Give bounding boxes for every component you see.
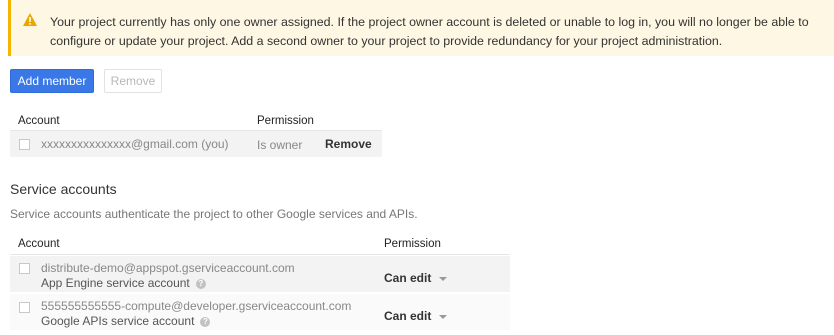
service-account-type: Google APIs service account xyxy=(41,314,195,328)
row-checkbox[interactable] xyxy=(19,302,30,313)
permission-value: Can edit xyxy=(384,309,432,323)
service-account-type: App Engine service account xyxy=(41,276,190,290)
permission-dropdown[interactable]: Can edit xyxy=(384,271,448,285)
remove-member-link[interactable]: Remove xyxy=(325,137,372,151)
warning-line-2: configure or update your project. Add a … xyxy=(50,34,723,48)
service-permission-header: Permission xyxy=(384,238,441,250)
permission-dropdown[interactable]: Can edit xyxy=(384,309,448,323)
service-account-email: 555555555555-compute@developer.gservicea… xyxy=(41,299,352,313)
members-account-header: Account xyxy=(18,115,60,127)
warning-icon xyxy=(23,13,37,26)
dropdown-caret-icon xyxy=(439,314,448,319)
row-checkbox[interactable] xyxy=(19,139,30,150)
service-accounts-description: Service accounts authenticate the projec… xyxy=(10,207,418,221)
remove-button[interactable]: Remove xyxy=(104,69,162,93)
help-icon[interactable]: ? xyxy=(195,278,206,289)
warning-text: Your project currently has only one owne… xyxy=(50,13,820,51)
service-account-header: Account xyxy=(18,238,60,250)
add-member-button[interactable]: Add member xyxy=(10,69,94,93)
row-checkbox[interactable] xyxy=(19,263,30,274)
permission-value: Can edit xyxy=(384,271,432,285)
service-header-divider xyxy=(10,254,510,255)
service-accounts-title: Service accounts xyxy=(10,181,117,197)
dropdown-caret-icon xyxy=(439,276,448,281)
member-permission: Is owner xyxy=(257,138,303,152)
service-account-subtitle: App Engine service account? xyxy=(41,276,206,290)
members-permission-header: Permission xyxy=(257,115,314,127)
service-account-email: distribute-demo@appspot.gserviceaccount.… xyxy=(41,261,295,275)
owner-warning-banner: Your project currently has only one owne… xyxy=(8,0,834,56)
help-icon[interactable]: ? xyxy=(200,316,211,327)
warning-line-1: Your project currently has only one owne… xyxy=(50,15,809,29)
member-account: xxxxxxxxxxxxxxx@gmail.com (you) xyxy=(41,137,229,151)
service-account-subtitle: Google APIs service account? xyxy=(41,314,211,328)
